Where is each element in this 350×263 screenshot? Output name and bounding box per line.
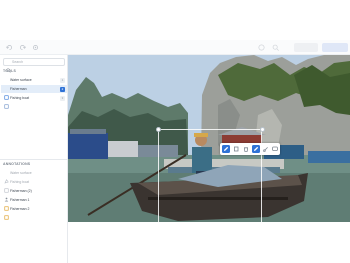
- delete-icon[interactable]: [242, 145, 250, 153]
- annotation-item[interactable]: Fishing boat: [1, 178, 67, 193]
- copy-icon[interactable]: [232, 145, 240, 153]
- image-canvas[interactable]: [68, 55, 350, 222]
- section-divider: [0, 159, 68, 160]
- bounding-box-icon: [4, 198, 9, 211]
- tool-hotkey: 3: [60, 95, 65, 101]
- search-icon: [6, 60, 11, 73]
- link-icon[interactable]: [262, 145, 270, 153]
- polygon-icon: [4, 171, 9, 183]
- tool-label: Fisherman: [10, 86, 27, 91]
- annotation-app: TOOLS Water surface 1 Fisherman 2 Fishin…: [0, 0, 350, 263]
- resize-handle-top-right[interactable]: [260, 127, 265, 132]
- annotation-label: Fisherman 2: [10, 206, 30, 211]
- tool-hotkey: 2: [60, 86, 65, 92]
- search-box: [3, 58, 65, 73]
- annotation-label: Fishing boat: [10, 179, 30, 184]
- sidebar: TOOLS Water surface 1 Fisherman 2 Fishin…: [0, 55, 68, 263]
- annotations-section-title: ANNOTATIONS: [3, 162, 31, 166]
- annotation-item[interactable]: Fisherman 1: [1, 196, 67, 211]
- polygon-icon: [4, 78, 9, 90]
- zoom-icon[interactable]: [272, 44, 279, 51]
- bounding-box-icon: [4, 96, 9, 109]
- annotation-item[interactable]: Fisherman (2): [1, 187, 67, 201]
- tool-label: Water surface: [10, 77, 32, 82]
- search-input[interactable]: [12, 59, 62, 65]
- annotation-item[interactable]: Fisherman 2: [1, 205, 67, 220]
- tools-section-title: TOOLS: [3, 69, 16, 73]
- settings-icon[interactable]: [32, 44, 39, 51]
- tool-hotkey: 1: [60, 77, 65, 83]
- comment-icon[interactable]: [271, 145, 279, 153]
- person-icon: [4, 189, 9, 201]
- top-toolbar: [0, 40, 350, 55]
- bounding-box-icon: [4, 87, 9, 100]
- skip-button[interactable]: [294, 43, 318, 52]
- bounding-box-icon: [4, 207, 9, 220]
- help-icon[interactable]: [258, 44, 265, 51]
- tool-water-surface[interactable]: Water surface 1: [1, 76, 67, 90]
- annotation-toolbar: [220, 143, 280, 155]
- redo-icon[interactable]: [19, 44, 26, 51]
- annotation-label: Fisherman 1: [10, 197, 30, 202]
- tool-fishing-boat[interactable]: Fishing boat 3: [1, 94, 67, 109]
- check-icon[interactable]: [252, 145, 260, 153]
- annotation-label: Water surface: [10, 170, 32, 175]
- tool-label: Fishing boat: [10, 95, 30, 100]
- submit-button[interactable]: [322, 43, 348, 52]
- resize-handle-top-left[interactable]: [156, 127, 161, 132]
- bounding-box-icon: [4, 180, 9, 193]
- annotation-label: Fisherman (2): [10, 188, 32, 193]
- tool-fisherman[interactable]: Fisherman 2: [1, 85, 67, 100]
- edit-icon[interactable]: [222, 145, 230, 153]
- undo-icon[interactable]: [6, 44, 13, 51]
- annotation-item[interactable]: Water surface: [1, 169, 67, 183]
